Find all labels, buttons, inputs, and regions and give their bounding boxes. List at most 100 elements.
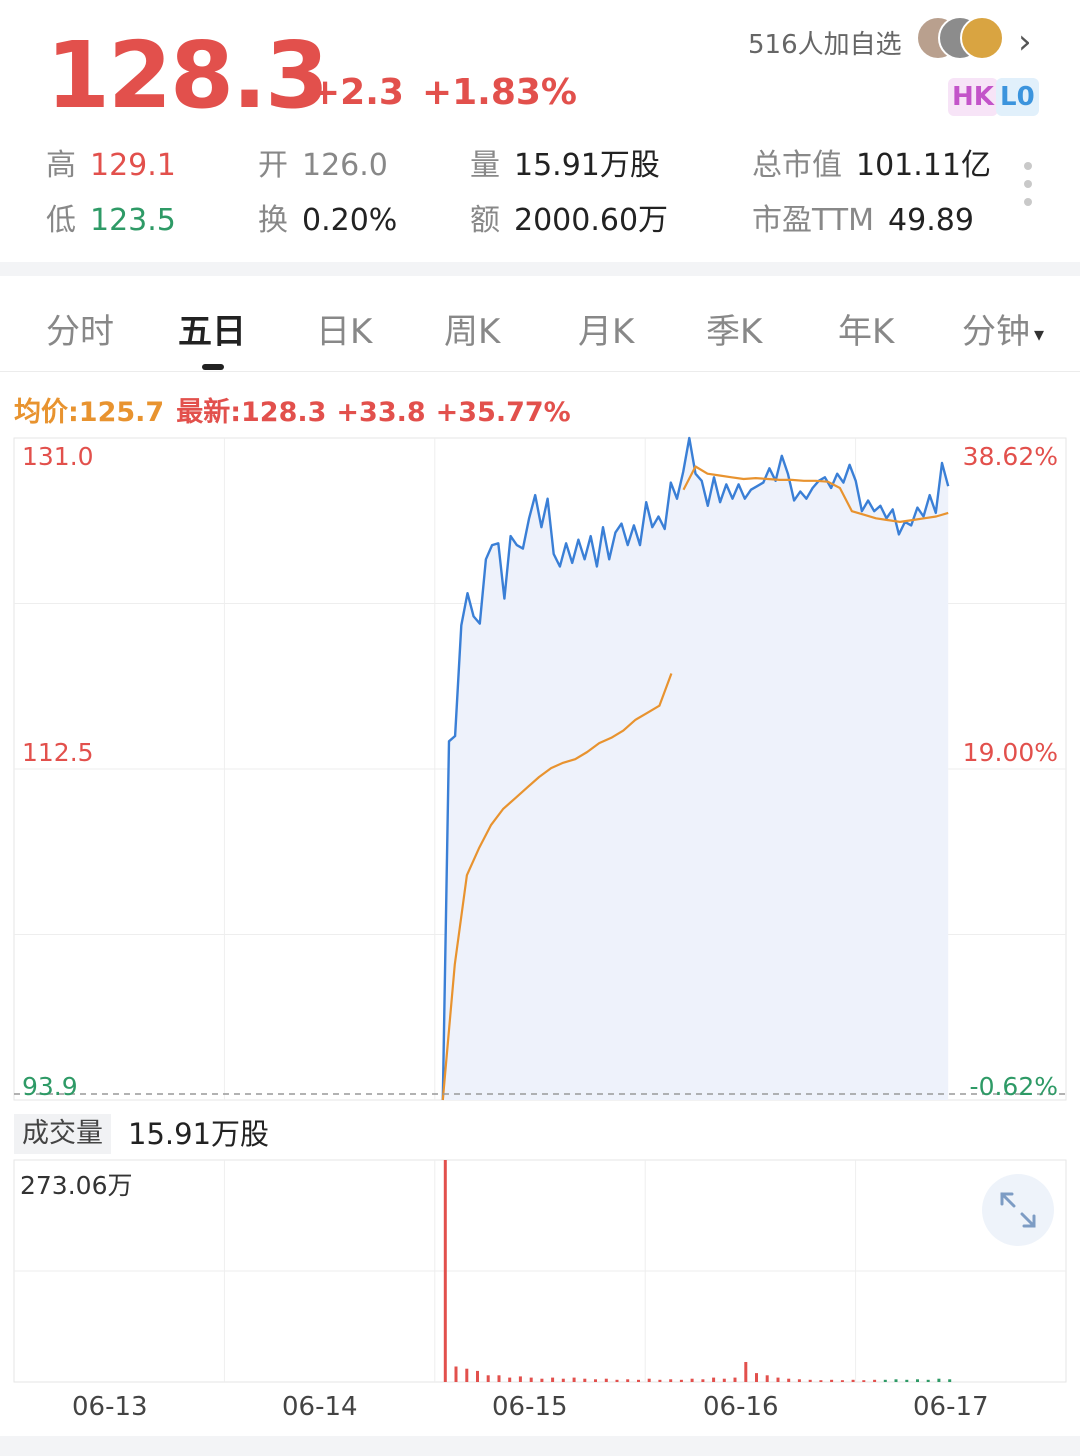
volume-bar xyxy=(948,1379,952,1382)
price-chart-svg xyxy=(13,436,1067,1101)
change-amount: +2.3 xyxy=(310,72,404,113)
volume-bar xyxy=(486,1375,490,1382)
tab-minute[interactable]: 分钟 ▾ xyxy=(962,304,1044,353)
stat-volume: 量 15.91万股 xyxy=(470,140,660,184)
volume-bar xyxy=(916,1379,919,1382)
volume-bar xyxy=(508,1377,512,1382)
x-tick-date: 06-14 xyxy=(282,1392,358,1422)
bottom-divider xyxy=(0,1436,1080,1456)
current-price: 128.3 xyxy=(46,22,329,129)
volume-bar xyxy=(808,1379,812,1382)
volume-bar xyxy=(476,1370,479,1382)
followers-count[interactable]: 516人加自选 xyxy=(748,24,902,61)
legend-average: 均价:125.7 xyxy=(14,397,165,428)
volume-bar xyxy=(465,1368,469,1382)
stat-value: 0.20% xyxy=(302,203,398,238)
stat-label: 高 xyxy=(46,148,76,183)
volume-bar xyxy=(540,1378,544,1382)
stat-turnover-rate: 换 0.20% xyxy=(258,195,397,239)
y-tick-mid-left: 112.5 xyxy=(22,738,94,767)
expand-button[interactable] xyxy=(982,1174,1054,1246)
change-percent: +1.83% xyxy=(421,72,577,113)
volume-bar xyxy=(454,1366,458,1382)
volume-chart[interactable] xyxy=(0,1158,1080,1388)
volume-bar xyxy=(937,1378,941,1382)
volume-bar xyxy=(905,1379,909,1382)
stat-low: 低 123.5 xyxy=(46,195,176,239)
volume-title: 成交量 xyxy=(14,1114,111,1154)
volume-bar xyxy=(626,1379,630,1382)
volume-bar xyxy=(787,1378,791,1382)
market-badge-hk: HK xyxy=(948,78,998,116)
x-tick-date: 06-13 xyxy=(72,1392,148,1422)
stat-value: 101.11亿 xyxy=(856,148,991,183)
volume-bar xyxy=(658,1379,662,1382)
volume-bar xyxy=(840,1380,844,1382)
chart-period-tabs: 分时 五日 日K 周K 月K 季K 年K 分钟 ▾ xyxy=(0,276,1080,372)
volume-bar xyxy=(776,1377,780,1382)
tab-intraday[interactable]: 分时 xyxy=(46,304,114,353)
volume-bar xyxy=(851,1379,855,1382)
volume-value: 15.91万股 xyxy=(128,1117,270,1151)
volume-bar xyxy=(712,1377,716,1382)
volume-bar xyxy=(561,1378,565,1382)
stat-amount: 额 2000.60万 xyxy=(470,195,668,239)
tab-weekly-k[interactable]: 周K xyxy=(444,304,500,353)
more-vertical-icon[interactable] xyxy=(1024,162,1034,216)
y-tick-max-left: 131.0 xyxy=(22,442,94,471)
volume-bar xyxy=(669,1379,673,1382)
volume-bar xyxy=(733,1377,737,1382)
stat-open: 开 126.0 xyxy=(258,140,388,184)
tab-monthly-k[interactable]: 月K xyxy=(578,304,634,353)
volume-bar xyxy=(744,1362,748,1382)
volume-bar xyxy=(604,1378,608,1382)
price-chart[interactable]: 131.0 112.5 93.9 38.62% 19.00% -0.62% xyxy=(0,430,1080,1110)
x-tick-date: 06-16 xyxy=(703,1392,779,1422)
chevron-right-icon[interactable]: › xyxy=(1018,22,1032,62)
stat-label: 额 xyxy=(470,203,500,238)
active-tab-indicator xyxy=(202,364,224,370)
volume-bar xyxy=(690,1378,694,1382)
y-tick-min-left: 93.9 xyxy=(22,1072,78,1101)
x-tick-date: 06-17 xyxy=(913,1392,989,1422)
x-tick-date: 06-15 xyxy=(492,1392,568,1422)
legend-delta-percent: +35.77% xyxy=(435,397,571,428)
volume-bar xyxy=(797,1379,801,1382)
tab-quarterly-k[interactable]: 季K xyxy=(706,304,762,353)
volume-bar xyxy=(443,1160,447,1382)
volume-bar xyxy=(765,1375,769,1382)
stat-value: 49.89 xyxy=(888,203,974,238)
tab-daily-k[interactable]: 日K xyxy=(316,304,372,353)
volume-bar xyxy=(755,1373,758,1382)
legend-latest: 最新:128.3 xyxy=(176,397,327,428)
volume-bar xyxy=(862,1380,866,1382)
volume-bar xyxy=(883,1379,887,1382)
volume-bar xyxy=(637,1379,640,1382)
section-divider xyxy=(0,262,1080,276)
price-area xyxy=(442,438,949,1100)
volume-chart-svg xyxy=(13,1159,1067,1383)
stat-label: 总市值 xyxy=(752,148,842,183)
tab-minute-label: 分钟 xyxy=(962,312,1030,352)
quote-header: 128.3 +2.3 +1.83% 516人加自选 › HK L0 高 129.1 … xyxy=(0,0,1080,262)
stat-label: 量 xyxy=(470,148,500,183)
price-change: +2.3 +1.83% xyxy=(310,72,595,113)
follower-avatars[interactable] xyxy=(916,16,1006,62)
volume-max-label: 273.06万 xyxy=(20,1171,133,1200)
tab-five-day[interactable]: 五日 xyxy=(178,304,246,353)
stat-label: 低 xyxy=(46,203,76,238)
volume-bar xyxy=(572,1377,576,1382)
tab-yearly-k[interactable]: 年K xyxy=(838,304,894,353)
chart-legend: 均价:125.7 最新:128.3 +33.8 +35.77% xyxy=(14,390,571,429)
volume-bar xyxy=(497,1375,501,1382)
stat-high: 高 129.1 xyxy=(46,140,176,184)
stat-label: 换 xyxy=(258,203,288,238)
volume-bar xyxy=(701,1379,705,1382)
stat-value: 126.0 xyxy=(302,148,388,183)
stat-value: 123.5 xyxy=(90,203,176,238)
volume-bar xyxy=(551,1377,555,1382)
volume-bar xyxy=(529,1377,533,1382)
volume-bar xyxy=(722,1378,726,1382)
volume-bar xyxy=(615,1379,619,1382)
caret-down-icon: ▾ xyxy=(1034,321,1045,346)
